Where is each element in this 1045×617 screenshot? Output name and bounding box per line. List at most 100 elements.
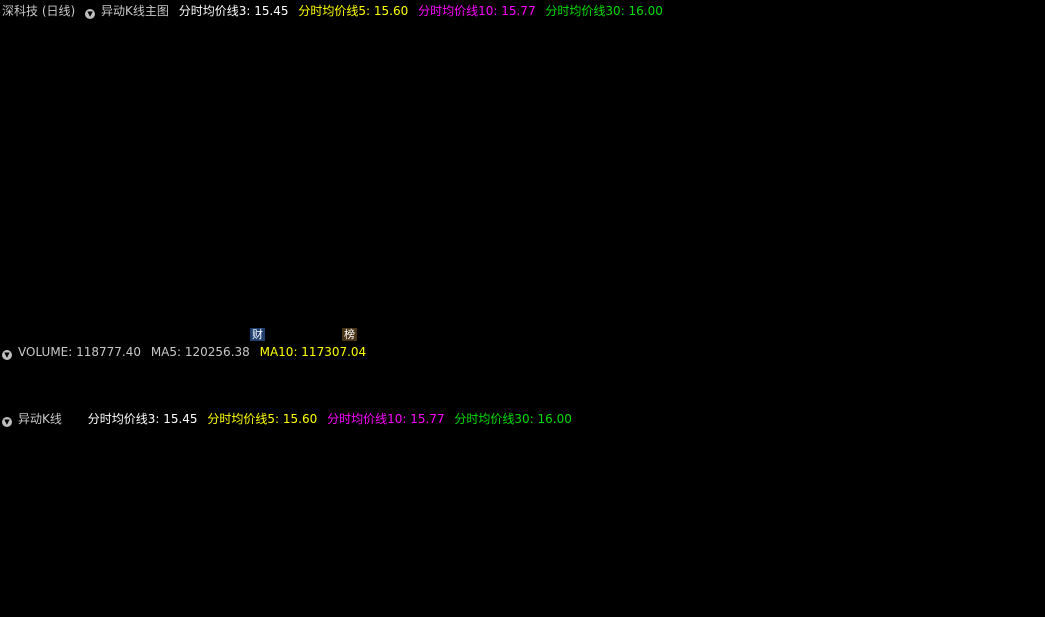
sub-candle-body — [711, 477, 722, 485]
main-candle-body — [1033, 150, 1043, 168]
info-marker-dot — [1005, 18, 1007, 20]
main-candle-body — [511, 150, 521, 158]
sub-candle-body — [832, 452, 843, 458]
main-candles — [15, 45, 1043, 272]
sub-candle-body — [885, 465, 896, 470]
volume-bar — [1033, 394, 1043, 410]
volume-bar — [55, 394, 66, 410]
volume-bar — [738, 388, 749, 410]
sub-candle-body — [979, 476, 989, 480]
sub-signal-candle-box — [439, 477, 458, 491]
volume-bar — [176, 397, 186, 410]
volume-bar — [95, 393, 106, 410]
volume-bar — [537, 391, 548, 410]
sub-candle-body — [82, 518, 92, 522]
volume-ma10-value: MA10: 117307.04 — [259, 345, 367, 359]
ranking-badge[interactable]: 榜 — [342, 328, 357, 341]
main-indicator-name[interactable]: 异动K线主图 — [101, 4, 169, 18]
high-price-label: 17.17 — [851, 31, 883, 44]
sub-candle-body — [203, 522, 213, 526]
volume-bar — [551, 392, 561, 410]
sub-signal-label: 异动 — [370, 534, 394, 548]
main-candle-body — [296, 237, 307, 252]
main-candle-body — [872, 87, 882, 101]
sub-signal-label: 异动 — [785, 533, 809, 547]
main-candle-body — [95, 200, 106, 215]
main-candle-body — [926, 117, 936, 121]
main-candle-body — [684, 140, 695, 152]
sub-candle-body — [657, 494, 668, 497]
sub-candle-body — [457, 484, 467, 488]
volume-bar — [899, 391, 909, 410]
volume-bar — [349, 391, 360, 410]
sub-signal-candle-box — [546, 480, 565, 493]
volume-bar — [15, 396, 25, 410]
main-candle-body — [470, 140, 480, 155]
sub-candle-body — [966, 477, 977, 481]
main-signal-label: 异动 — [785, 194, 809, 208]
main-candle-body — [912, 107, 922, 118]
info-marker-dot — [740, 18, 742, 20]
sub-signal-candle-body — [444, 480, 453, 488]
kline-chart[interactable]: 异动异动 异动异动 异动异动 异动异动 17.1713.80 — [0, 0, 1045, 617]
volume-bar — [470, 391, 480, 410]
volume-bar — [939, 392, 949, 410]
main-candle-body — [979, 117, 989, 124]
sub-candle-body — [591, 488, 601, 494]
volume-bar — [1020, 394, 1030, 410]
volume-bar — [122, 394, 133, 410]
volume-bar — [885, 390, 896, 410]
main-signal-label: 异动 — [544, 220, 568, 234]
volume-bar — [617, 392, 628, 410]
volume-bar — [791, 389, 802, 410]
sub-candle-body — [926, 476, 936, 479]
main-ma10-line — [19, 92, 1039, 254]
volume-bar — [270, 394, 279, 410]
main-candle-body — [591, 144, 601, 155]
chevron-down-icon[interactable]: ▼ — [2, 417, 12, 427]
stock-title[interactable]: 深科技 (日线) — [2, 4, 75, 18]
info-marker-dot — [968, 18, 970, 20]
financial-badge[interactable]: 财 — [250, 328, 265, 341]
sub-candle-body — [390, 464, 400, 486]
chevron-down-icon[interactable]: ▼ — [2, 350, 12, 360]
main-candle-body — [270, 221, 279, 248]
main-candle-body — [349, 183, 360, 192]
volume-bar — [926, 392, 936, 410]
sub-candle-body — [604, 493, 614, 498]
volume-bar — [256, 395, 267, 410]
sub-candle-body — [68, 517, 79, 527]
sub-candle-body — [698, 483, 709, 488]
main-signal-candle-box — [372, 78, 391, 176]
volume-bar — [818, 386, 829, 410]
sub-candle-body — [537, 483, 548, 493]
info-marker-dot — [930, 18, 932, 20]
sub-candle-body — [805, 461, 816, 470]
main-candle-body — [1006, 130, 1016, 141]
volume-bar — [578, 393, 588, 410]
main-candle-body — [203, 221, 213, 228]
main-candle-body — [832, 63, 843, 75]
main-candle-body — [657, 156, 668, 162]
main-candle-body — [778, 106, 789, 115]
sub-ma5-line — [19, 461, 1039, 538]
main-signal-candle-body — [551, 135, 560, 143]
main-candle-body — [122, 193, 133, 209]
sub-indicator-name[interactable]: 异动K线 — [18, 412, 62, 426]
sub-signal-markers: 异动异动 异动异动 — [370, 474, 809, 567]
main-candle-body — [136, 197, 146, 205]
sub-candle-body — [416, 479, 427, 484]
sub-candle-body — [229, 526, 240, 531]
main-candle-body — [805, 83, 816, 101]
main-candle-body — [885, 93, 896, 101]
volume-ma5-line — [19, 376, 1039, 398]
main-candle-body — [256, 220, 267, 236]
volume-bar — [497, 392, 507, 410]
main-signal-label: 异动 — [437, 218, 461, 232]
sub-candle-body — [511, 491, 521, 495]
main-candle-body — [818, 73, 829, 85]
volume-bar — [724, 389, 735, 410]
sub-candle-body — [524, 491, 534, 497]
main-candle-body — [229, 230, 240, 239]
chevron-down-icon[interactable]: ▼ — [85, 9, 96, 19]
